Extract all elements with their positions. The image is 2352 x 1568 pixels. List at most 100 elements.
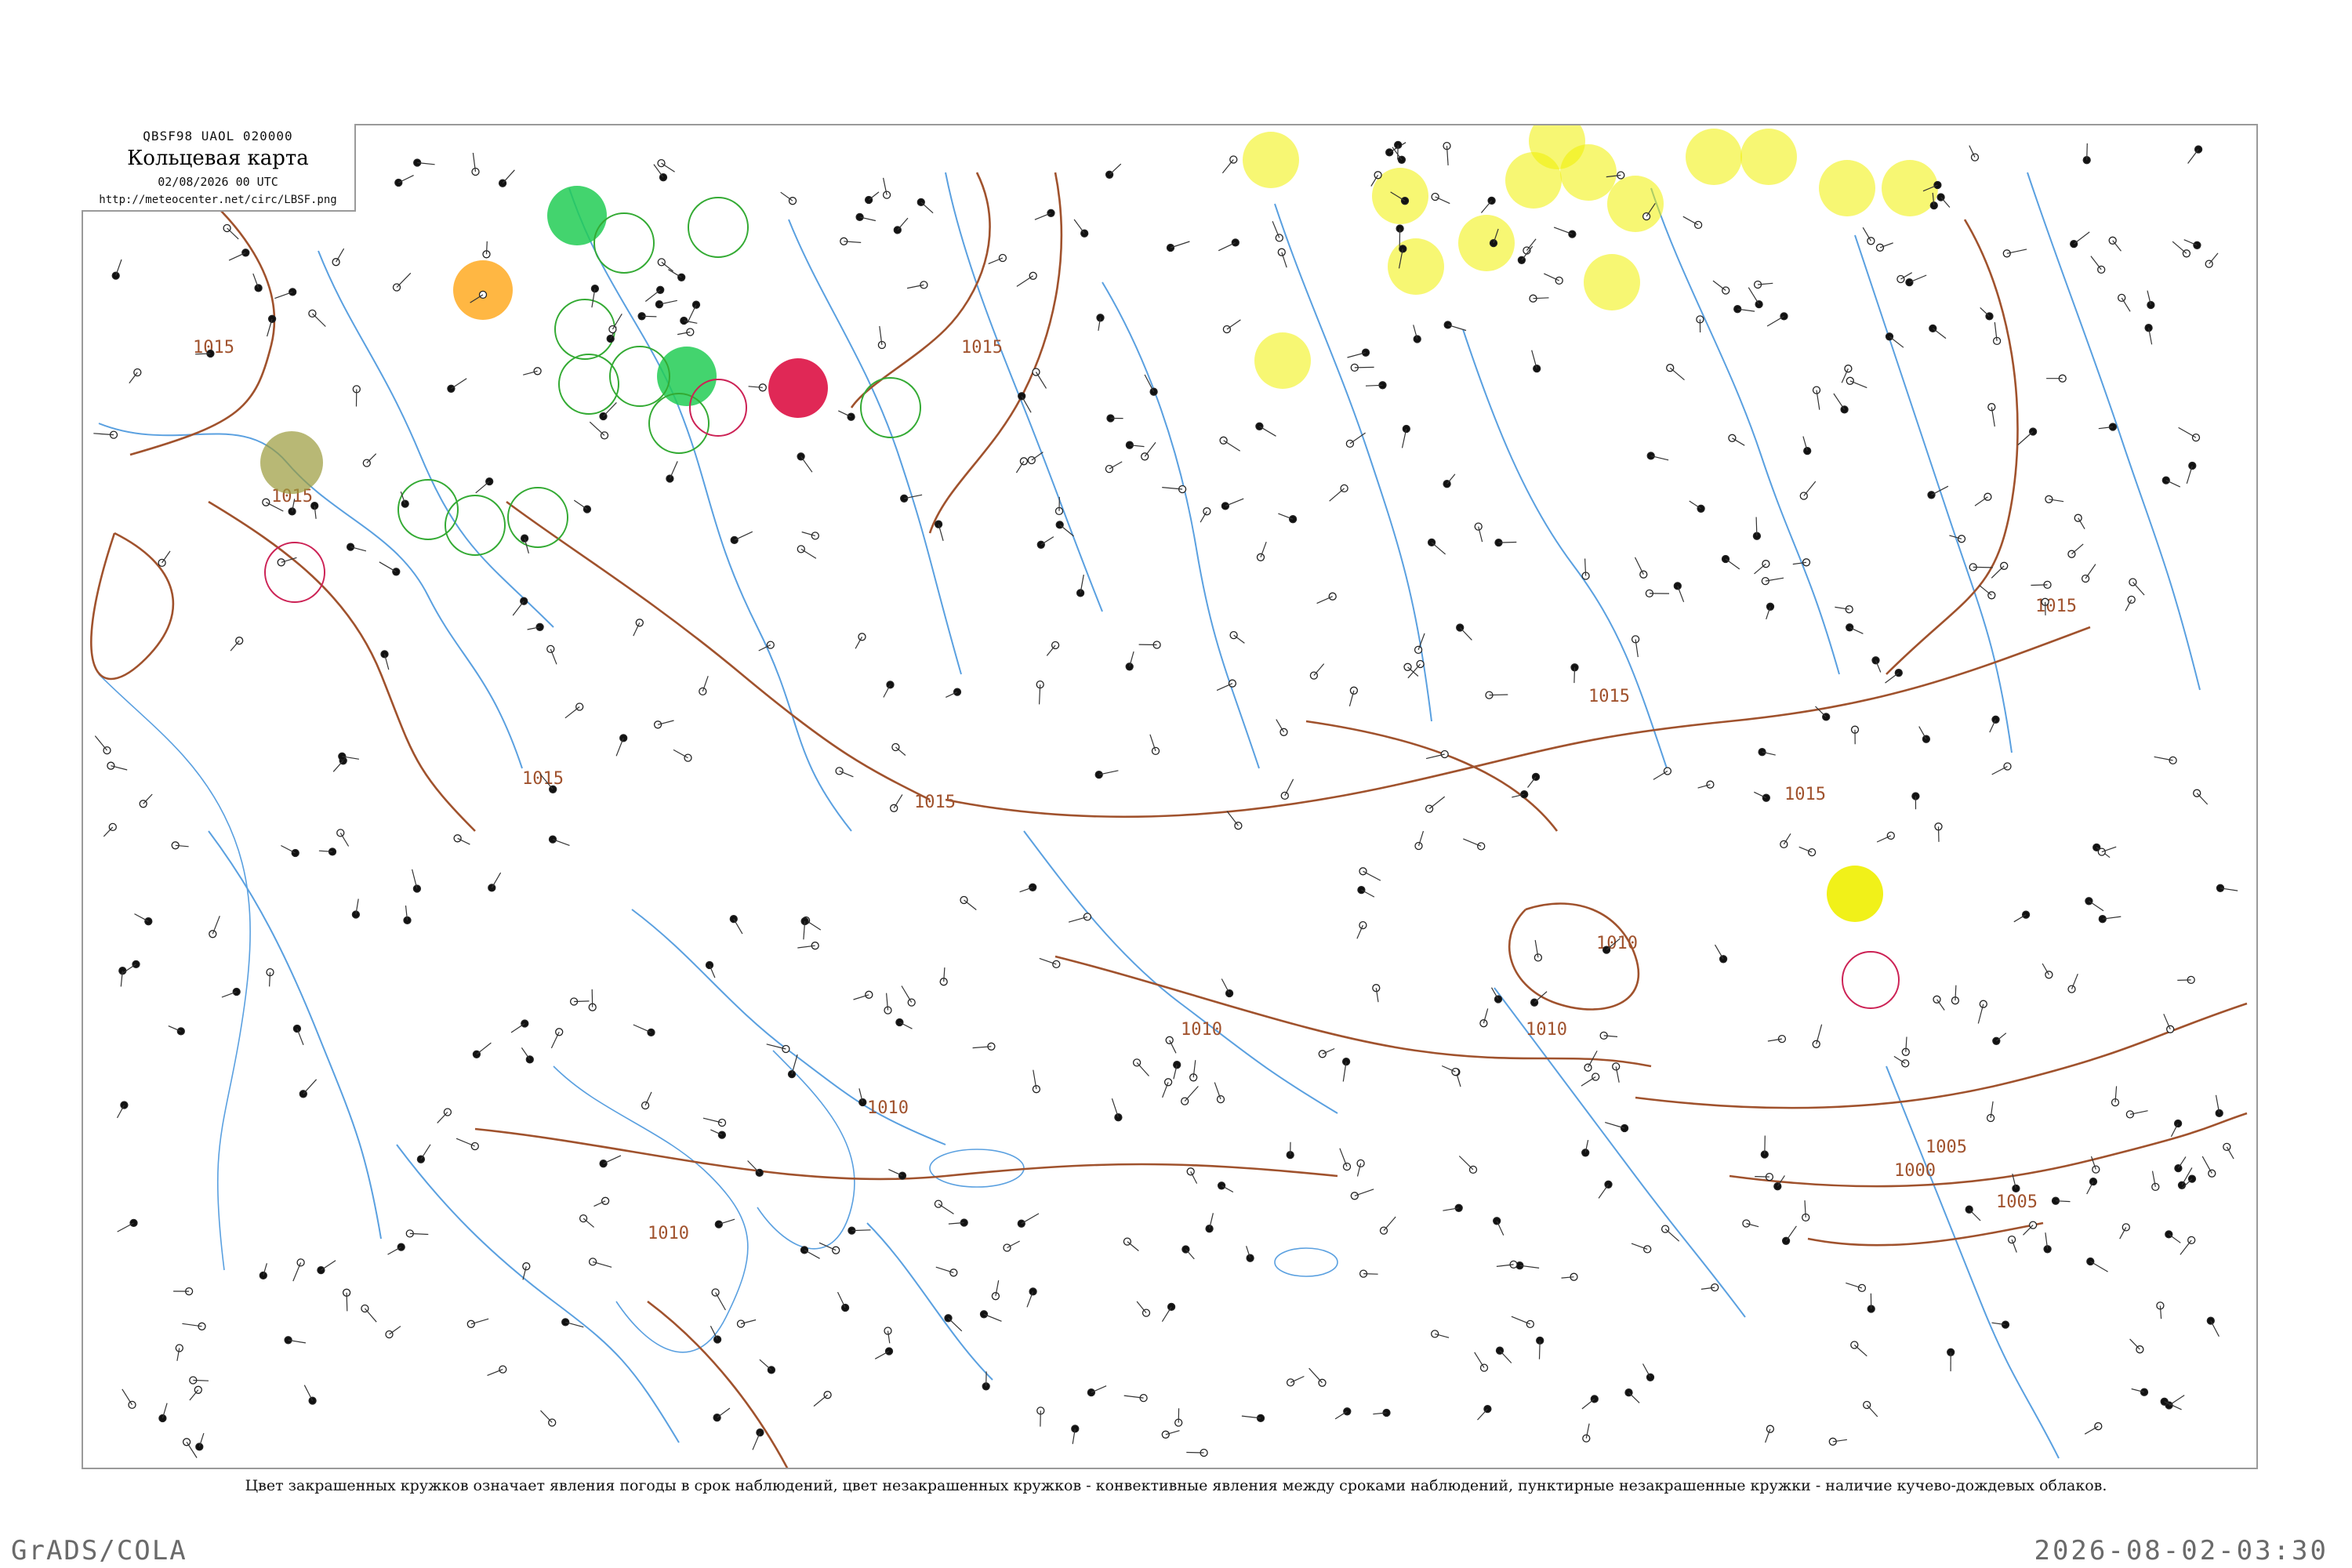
wind-barb: [1634, 557, 1644, 575]
wind-barb: [1136, 1301, 1147, 1313]
wind-barb: [1833, 393, 1846, 410]
station-marker: [1474, 522, 1483, 531]
wind-barb: [1031, 452, 1044, 461]
wind-barb: [451, 378, 467, 390]
wind-barb: [1226, 319, 1241, 330]
wind-barb: [1932, 328, 1947, 339]
wind-barb: [396, 272, 412, 288]
wind-barb: [387, 1247, 401, 1255]
wind-barb: [1233, 634, 1245, 644]
wind-barb: [2210, 1320, 2220, 1337]
station-marker: [890, 804, 898, 812]
wind-barb: [1940, 197, 1951, 208]
fog-circle: [1827, 866, 1883, 922]
wind-barb: [1186, 1451, 1204, 1454]
station-marker: [232, 987, 241, 996]
wind-barb: [1458, 1156, 1474, 1171]
station-marker: [453, 834, 462, 843]
wind-barb: [897, 217, 909, 230]
wind-barb: [1477, 1408, 1488, 1421]
wind-barb: [1276, 719, 1285, 733]
wind-barb: [2090, 256, 2102, 270]
wind-barb: [1015, 460, 1025, 474]
legend-footnote: Цвет закрашенных кружков означает явлени…: [245, 1477, 2107, 1494]
wind-barb: [1035, 372, 1047, 389]
wind-barb: [715, 1292, 726, 1311]
wind-barb: [673, 749, 688, 759]
weather-circles: [260, 125, 1938, 922]
wind-barb: [1936, 999, 1945, 1011]
wind-barb: [920, 201, 934, 214]
wind-barb: [1764, 1135, 1766, 1155]
wind-barb: [1544, 273, 1559, 281]
wind-barb: [687, 304, 697, 324]
wind-barb: [734, 531, 753, 541]
wind-barb: [1339, 1148, 1348, 1167]
wind-barb: [573, 499, 588, 510]
isobar-label: 1010: [1526, 1020, 1567, 1040]
wind-barb: [274, 291, 293, 299]
wind-barb: [633, 1024, 652, 1033]
wind-barb: [2084, 1425, 2099, 1435]
station-marker: [1397, 155, 1406, 164]
wind-barb: [162, 550, 171, 564]
wind-barb: [661, 261, 673, 272]
wind-barb: [851, 1229, 871, 1232]
wind-barb: [1383, 1216, 1396, 1231]
station-marker: [259, 1271, 267, 1280]
station-marker: [195, 1443, 204, 1451]
wind-barb: [2089, 900, 2104, 912]
wind-barb: [661, 162, 675, 172]
station-marker: [267, 314, 277, 323]
wind-barb: [1628, 1392, 1640, 1403]
wind-barb: [1284, 779, 1294, 797]
wind-barb: [2172, 241, 2187, 254]
station-marker: [2161, 476, 2170, 485]
wind-barb: [1755, 517, 1758, 536]
wind-barb: [1040, 536, 1054, 546]
wind-barb: [1218, 241, 1236, 252]
wind-barb: [2169, 1395, 2185, 1406]
wind-barb: [1581, 1076, 1596, 1087]
map-title: Кольцевая карта: [127, 147, 309, 170]
fog-circle: [1740, 129, 1797, 185]
station-marker: [1029, 271, 1037, 280]
wind-barb: [366, 453, 377, 464]
wind-barb: [591, 989, 593, 1007]
wind-barb: [129, 372, 138, 384]
convective-rings: [264, 197, 1900, 1009]
wind-barb: [2180, 1240, 2192, 1255]
station-marker: [158, 1414, 167, 1423]
wind-barb: [780, 191, 793, 201]
isobar-label: 1010: [648, 1224, 689, 1243]
station-marker: [1970, 153, 1980, 162]
bulletin-code: QBSF98 UAOL 020000: [143, 129, 293, 143]
wind-barb: [1363, 870, 1381, 881]
wind-barb: [2177, 979, 2191, 981]
wind-barb: [281, 844, 296, 854]
wind-barb: [1553, 227, 1573, 235]
wind-barb: [644, 289, 661, 302]
wind-barb: [752, 1432, 760, 1450]
wind-barb: [2168, 1233, 2181, 1243]
wind-barb: [1329, 488, 1345, 502]
render-timestamp: 2026-08-02-03:30: [2034, 1535, 2328, 1566]
wind-barb: [1849, 380, 1867, 389]
wind-barb: [1480, 200, 1493, 213]
wind-barb: [1221, 159, 1234, 174]
wind-barb: [1313, 663, 1325, 676]
wind-barb: [1428, 796, 1446, 810]
wind-barb: [379, 561, 397, 572]
isobars-layer: [90, 171, 2248, 1468]
wind-barb: [1689, 500, 1701, 510]
wind-barb: [2086, 143, 2088, 161]
wind-barb: [2017, 431, 2034, 445]
wind-barb: [818, 1242, 837, 1251]
wind-barb: [1527, 776, 1537, 788]
wind-barb: [2031, 584, 2048, 586]
wind-barb: [1446, 474, 1456, 485]
wind-barb: [336, 248, 345, 263]
wind-barb: [2129, 1338, 2140, 1350]
wind-barb: [1073, 219, 1085, 234]
wind-barb: [2201, 1156, 2212, 1174]
